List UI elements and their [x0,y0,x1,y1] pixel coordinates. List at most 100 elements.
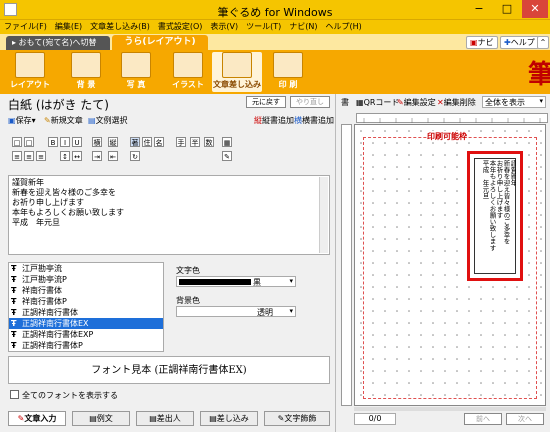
text-color-value: 黒 [253,278,261,287]
vertical-text-button[interactable]: 縦 [108,137,118,147]
outdent-icon[interactable]: ⇤ [108,151,118,161]
font-item-selected[interactable]: Ŧ 正調祥南行書体EX [9,318,163,329]
rotate-icon[interactable]: ↻ [130,151,140,161]
font-item[interactable]: Ŧ 正調祥南行書体 [9,307,163,318]
handwrite-button[interactable]: 手 [176,137,186,147]
paper-title: 白紙 (はがき たて) [8,98,109,112]
menu-insert-text[interactable]: 文章差し込み(B) [86,20,154,34]
sender-icon: ▤ [149,414,157,423]
tab-sender-label: 差出人 [156,414,181,423]
tab-decoration[interactable]: ✎文字飾飾 [264,411,330,426]
qr-code-button[interactable]: ▦QRコード [356,97,399,108]
save-button[interactable]: ▣保存▾ [8,115,36,126]
prev-page-button[interactable]: 前へ [464,413,502,425]
menu-help[interactable]: ヘルプ(H) [322,20,366,34]
editor-scrollbar[interactable] [319,177,328,253]
collapse-ribbon-button[interactable]: ⌃ [537,36,549,49]
indent-icon[interactable]: ⇥ [92,151,102,161]
number-button[interactable]: 数 [204,137,214,147]
horizontal-add-button[interactable]: 横横書追加 [294,115,334,126]
new-text-button[interactable]: ✎新規文章 [44,115,83,126]
close-button[interactable]: ✕ [522,0,548,18]
text-frame2-icon[interactable]: □ [24,137,34,147]
toolbar-background-button[interactable]: 背 景 [64,52,108,92]
author-button[interactable]: 著 [130,137,140,147]
underline-button[interactable]: U [72,137,82,147]
toolbar-insert-text-button[interactable]: 文章差し込み [212,52,262,92]
font-item[interactable]: Ŧ 正調祥南行書体EXP [9,329,163,340]
font-item[interactable]: Ŧ 正調祥南行書体P [9,340,163,351]
vertical-ruler [341,124,352,406]
redo-button[interactable]: やり直し [290,96,330,108]
font-item[interactable]: Ŧ 祥南行書体P [9,296,163,307]
vertical-add-button[interactable]: 縦縦書追加 [254,115,294,126]
toolbar-photo-button[interactable]: 写 真 [114,52,158,92]
bg-color-select[interactable]: 透明 ▾ [176,306,296,317]
align-top-icon[interactable]: ≡ [12,151,22,161]
display-label: 書 [341,98,349,107]
maximize-button[interactable]: □ [494,0,520,18]
font-type-icon: Ŧ [11,275,17,284]
toolbar-layout-button[interactable]: レイアウト [8,52,52,92]
menu-view[interactable]: 表示(V) [206,20,242,34]
chevron-down-icon: ▾ [289,277,293,285]
navi-button[interactable]: ▣ナビ [466,36,498,49]
address-button[interactable]: 住 [142,137,152,147]
save-label: 保存 [15,116,32,125]
undo-button[interactable]: 元に戻す [246,96,286,108]
edit-delete-button[interactable]: ✕編集削除 [437,97,476,108]
half-width-button[interactable]: 半 [190,137,200,147]
tab-decoration-label: 文字飾飾 [284,414,317,423]
save-icon: ▣ [8,116,16,125]
help-button[interactable]: ✚ヘルプ [500,36,539,49]
tab-insert[interactable]: ▤差し込み [200,411,258,426]
horizontal-text-button[interactable]: 横 [92,137,102,147]
canvas-h-scrollbar[interactable] [354,407,546,411]
menu-format[interactable]: 書式設定(O) [154,20,207,34]
font-item[interactable]: Ŧ 祥南行書体 [9,285,163,296]
postcard-line: 本年もよろしくお願い致します [488,160,496,251]
view-select[interactable]: 全体を表示 ▾ [482,96,546,108]
help-button-label: ヘルプ [510,38,535,47]
tab-sender[interactable]: ▤差出人 [136,411,194,426]
menu-tools[interactable]: ツール(T) [242,20,285,34]
align-middle-icon[interactable]: ≡ [24,151,34,161]
toolbar-illust-button[interactable]: イラスト [166,52,210,92]
show-all-fonts-checkbox[interactable] [10,390,19,399]
line-spacing-icon[interactable]: ↕ [60,151,70,161]
text-settings-icon[interactable]: ▦ [222,137,232,147]
insert-icon: ▤ [209,414,217,423]
align-bottom-icon[interactable]: ≡ [36,151,46,161]
text-object-highlight[interactable]: 謹賀新年 新春を迎え皆々様のご多幸を お祈り申し上げます 本年もよろしくお願い致… [467,151,523,281]
menu-edit[interactable]: 編集(E) [51,20,86,34]
font-list[interactable]: Ŧ 江戸勘亭流 Ŧ 江戸勘亭流P Ŧ 祥南行書体 Ŧ 祥南行書体P Ŧ 正調祥南行書体 Ŧ… [8,262,164,352]
minimize-button[interactable]: − [466,0,492,18]
text-effect-icon[interactable]: ✎ [222,151,232,161]
postcard-canvas[interactable]: 印刷可能枠 謹賀新年 新春を迎え皆々様のご多幸を お祈り申し上げます 本年もよろ… [354,124,546,406]
tab-omote-switch[interactable]: ▸ おもて(宛て名)へ切替 [6,36,110,50]
edit-settings-button[interactable]: ✎編集設定 [397,97,436,108]
text-frame-icon[interactable]: □ [12,137,22,147]
menu-navi[interactable]: ナビ(N) [285,20,321,34]
font-item[interactable]: Ŧ 江戸勘亭流P [9,274,163,285]
text-color-select[interactable]: 黒 ▾ [176,276,296,287]
font-item[interactable]: Ŧ 江戸勘亭流 [9,263,163,274]
toolbar-print-button[interactable]: 印 刷 [266,52,310,92]
name-button[interactable]: 名 [154,137,164,147]
select-text-button[interactable]: ▤文例選択 [88,115,128,126]
font-name: 祥南行書体 [22,286,62,295]
navi-icon: ▣ [470,38,478,47]
printer-icon [273,52,303,78]
text-editor[interactable]: 謹賀新年 新春を迎え皆々様のご多幸を お祈り申し上げます 本年もよろしくお願い致… [8,175,330,255]
menu-bar: ファイル(F) 編集(E) 文章差し込み(B) 書式設定(O) 表示(V) ツール(T) ナ… [0,20,550,34]
tab-text-input[interactable]: ✎文章入力 [8,411,66,426]
bold-button[interactable]: B [48,137,58,147]
next-page-button[interactable]: 次へ [506,413,544,425]
menu-file[interactable]: ファイル(F) [0,20,51,34]
char-spacing-icon[interactable]: ↔ [72,151,82,161]
italic-button[interactable]: I [60,137,70,147]
view-select-value: 全体を表示 [485,98,525,107]
tab-ura-layout[interactable]: うら(レイアウト) [112,35,208,50]
font-sample-preview: フォント見本 (正調祥南行書体EX) [8,356,330,384]
tab-examples[interactable]: ▤例文 [72,411,130,426]
